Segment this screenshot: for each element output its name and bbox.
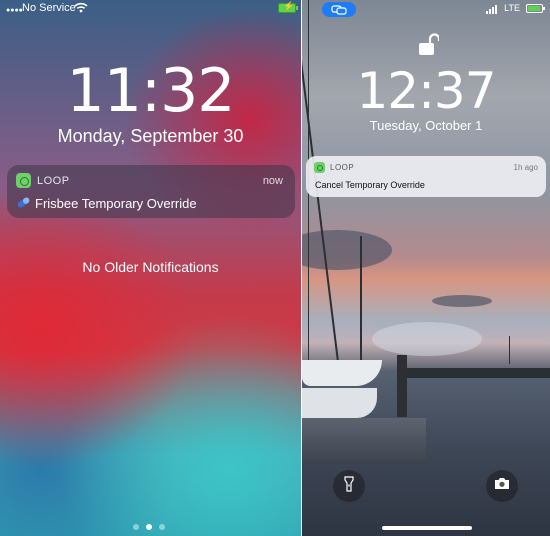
battery-icon: ⚡ [278,1,298,13]
wifi-icon [74,2,88,16]
boat-mast [360,236,362,366]
loop-app-icon [16,173,31,188]
pill-icon [16,196,31,214]
page-dot[interactable] [159,524,165,530]
right-lock-screen: LTE 12:37 Tuesday, October 1 LOOP 1h ago… [302,0,550,536]
network-label: LTE [504,3,520,13]
notification-message: Frisbee Temporary Override [35,196,197,211]
home-indicator[interactable] [382,526,472,530]
screen-mirroring-icon[interactable] [322,2,356,17]
far-shore [407,368,550,378]
cloud [302,230,392,270]
notification-card[interactable]: LOOP 1h ago Cancel Temporary Override [306,156,546,197]
lock-date: Monday, September 30 [57,126,244,146]
notification-app-name: LOOP [37,175,70,187]
camera-icon [494,477,510,495]
status-bar: LTE [302,0,550,18]
loop-app-icon [314,162,325,173]
flashlight-button[interactable] [333,470,365,502]
lock-clock: 12:37 [356,62,496,120]
flashlight-icon [344,475,354,497]
unlocked-padlock-icon [419,33,441,62]
notification-app-name: LOOP [330,163,355,172]
lock-clock: 11:32 [66,56,236,126]
page-dot[interactable] [133,524,139,530]
dock [302,418,426,464]
cloud [372,322,482,356]
signal-dots: ●●●● [6,7,23,14]
boat-mast [509,336,510,364]
left-lock-screen: ●●●● No Service ⚡ 11:32 Monday, Septembe… [0,0,301,536]
battery-icon [526,4,545,13]
page-dot-active[interactable] [146,524,152,530]
cellular-signal-icon [486,5,497,14]
notification-time: 1h ago [513,163,538,172]
notification-card[interactable]: LOOP now Frisbee Temporary Override [7,165,295,218]
no-older-notifications: No Older Notifications [82,259,219,275]
dock-post [397,355,407,417]
status-bar: ●●●● No Service ⚡ [0,0,301,18]
notification-message: Cancel Temporary Override [315,180,425,190]
camera-button[interactable] [486,470,518,502]
carrier-label: No Service [22,2,76,14]
notification-time: now [262,175,283,187]
sailboat [302,388,377,418]
lock-date: Tuesday, October 1 [369,118,483,133]
cloud [432,295,492,307]
page-indicator[interactable] [133,524,165,530]
